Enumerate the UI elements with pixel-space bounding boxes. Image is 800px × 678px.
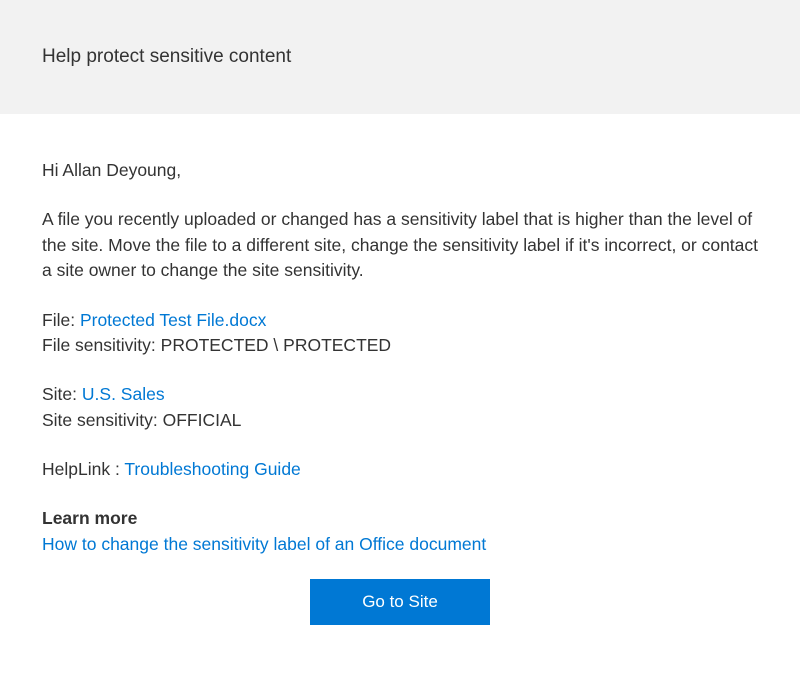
- learnmore-title: Learn more: [42, 506, 758, 531]
- helplink-label: HelpLink :: [42, 459, 124, 479]
- file-label: File:: [42, 310, 80, 330]
- helplink-link[interactable]: Troubleshooting Guide: [124, 459, 300, 479]
- page-title: Help protect sensitive content: [42, 46, 758, 68]
- go-to-site-button[interactable]: Go to Site: [310, 579, 490, 625]
- site-sensitivity-label: Site sensitivity:: [42, 410, 163, 430]
- file-sensitivity-value: PROTECTED \ PROTECTED: [161, 335, 391, 355]
- greeting-text: Hi Allan Deyoung,: [42, 158, 758, 183]
- file-info-block: File: Protected Test File.docx File sens…: [42, 308, 758, 359]
- learnmore-block: Learn more How to change the sensitivity…: [42, 506, 758, 557]
- button-row: Go to Site: [42, 579, 758, 625]
- content-area: Hi Allan Deyoung, A file you recently up…: [0, 114, 800, 625]
- header-banner: Help protect sensitive content: [0, 0, 800, 114]
- learnmore-link[interactable]: How to change the sensitivity label of a…: [42, 534, 486, 554]
- helplink-block: HelpLink : Troubleshooting Guide: [42, 457, 758, 482]
- file-link[interactable]: Protected Test File.docx: [80, 310, 266, 330]
- site-link[interactable]: U.S. Sales: [82, 384, 165, 404]
- site-label: Site:: [42, 384, 82, 404]
- site-info-block: Site: U.S. Sales Site sensitivity: OFFIC…: [42, 382, 758, 433]
- description-text: A file you recently uploaded or changed …: [42, 207, 758, 283]
- file-sensitivity-label: File sensitivity:: [42, 335, 161, 355]
- site-sensitivity-value: OFFICIAL: [163, 410, 242, 430]
